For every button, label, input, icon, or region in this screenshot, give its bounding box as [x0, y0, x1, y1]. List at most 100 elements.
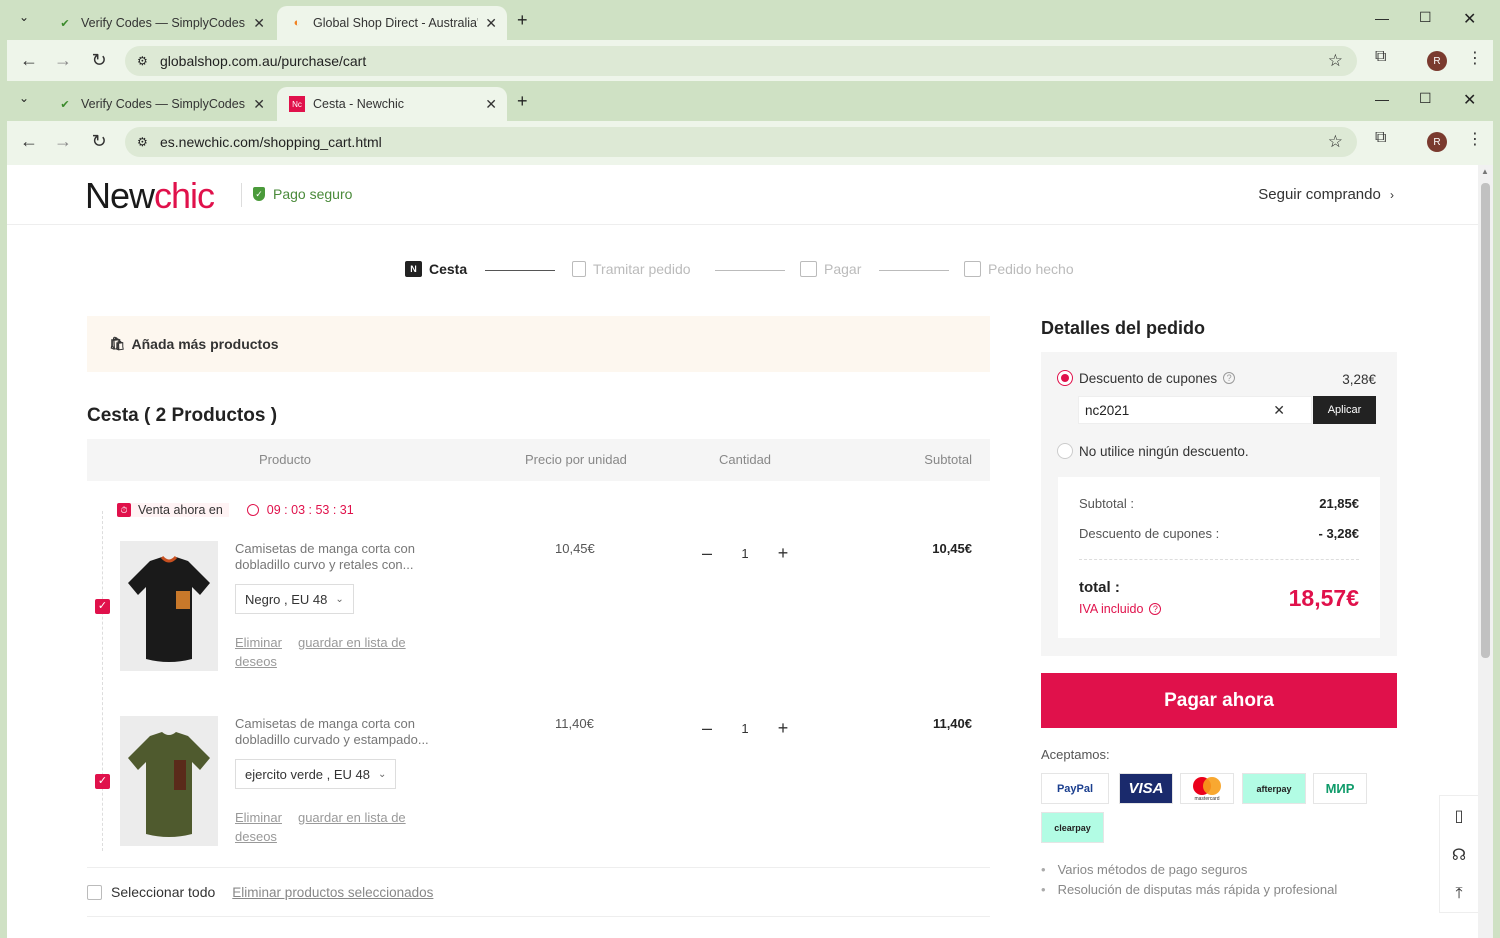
price-summary: Subtotal : 21,85€ Descuento de cupones :…	[1058, 477, 1380, 638]
minimize-icon[interactable]: —	[1375, 91, 1389, 107]
add-more-banner[interactable]: 🛍 Añada más productos	[87, 316, 990, 372]
remove-link[interactable]: Eliminar	[235, 810, 282, 825]
variant-select[interactable]: ejercito verde , EU 48 ⌄	[235, 759, 397, 789]
menu-icon[interactable]: ⋮	[1467, 48, 1483, 68]
coupon-option[interactable]: Descuento de cupones ?	[1057, 370, 1236, 386]
close-tab-icon[interactable]: ✕	[485, 15, 497, 32]
close-window-icon[interactable]: ✕	[1463, 9, 1476, 29]
newchic-favicon-icon: Nc	[289, 96, 305, 112]
vat-label: IVA incluido	[1079, 602, 1144, 616]
inner-toolbar: ← → ↻ ⚙ es.newchic.com/shopping_cart.htm…	[7, 121, 1493, 165]
back-icon[interactable]: ←	[18, 50, 40, 71]
extensions-icon[interactable]: ⧉	[1375, 48, 1386, 66]
radio-selected[interactable]	[1057, 370, 1073, 386]
back-icon[interactable]: ←	[18, 131, 40, 152]
profile-avatar[interactable]: R	[1427, 132, 1447, 152]
back-to-top-icon[interactable]: ⤒	[1440, 874, 1478, 913]
delete-selected-link[interactable]: Eliminar productos seleccionados	[232, 885, 433, 900]
plus-icon[interactable]: +	[775, 718, 791, 739]
inner-tabstrip: ⌄ ✔ Verify Codes — SimplyCodes ✕ Nc Cest…	[7, 81, 1493, 121]
unit-price: 11,40€	[555, 716, 594, 731]
minus-icon[interactable]: –	[699, 543, 715, 564]
reload-icon[interactable]: ↻	[88, 131, 110, 152]
select-all-label[interactable]: Seleccionar todo	[111, 884, 215, 900]
pay-now-button[interactable]: Pagar ahora	[1041, 673, 1397, 728]
total-value: 18,57€	[1288, 585, 1359, 611]
product-name[interactable]: Camisetas de manga corta con dobladillo …	[235, 716, 455, 748]
newchic-logo[interactable]: Newchic	[85, 175, 215, 217]
item-checkbox[interactable]: ✓	[95, 599, 110, 614]
coupon-input[interactable]: nc2021 ✕	[1078, 396, 1312, 424]
item-subtotal: 10,45€	[932, 541, 972, 556]
discount-label: Descuento de cupones :	[1079, 526, 1220, 541]
address-bar[interactable]: ⚙ globalshop.com.au/purchase/cart ☆	[125, 46, 1357, 76]
keep-shopping-link[interactable]: Seguir comprando ›	[1258, 186, 1394, 203]
new-tab-icon[interactable]: +	[517, 10, 528, 31]
address-bar[interactable]: ⚙ es.newchic.com/shopping_cart.html ☆	[125, 127, 1357, 157]
maximize-icon[interactable]: ☐	[1419, 90, 1432, 107]
tab-search-icon[interactable]: ⌄	[19, 91, 29, 105]
product-name[interactable]: Camisetas de manga corta con dobladillo …	[235, 541, 445, 573]
variant-select[interactable]: Negro , EU 48 ⌄	[235, 584, 354, 614]
url-text: globalshop.com.au/purchase/cart	[160, 53, 367, 69]
col-product: Producto	[259, 452, 312, 467]
step-connector	[485, 270, 555, 271]
extensions-icon[interactable]: ⧉	[1375, 129, 1386, 147]
close-window-icon[interactable]: ✕	[1463, 90, 1476, 110]
close-tab-icon[interactable]: ✕	[253, 15, 265, 32]
scroll-up-icon[interactable]: ▲	[1481, 167, 1489, 176]
apply-coupon-button[interactable]: Aplicar	[1313, 396, 1376, 424]
no-discount-option[interactable]: No utilice ningún descuento.	[1057, 443, 1249, 459]
step-done: Pedido hecho	[964, 261, 1074, 277]
help-icon[interactable]: ?	[1223, 372, 1236, 384]
col-qty: Cantidad	[719, 452, 772, 467]
quantity-value[interactable]: 1	[715, 546, 775, 561]
outer-tab-globalshop[interactable]: ◐ Global Shop Direct - Australia's ✕	[277, 6, 507, 40]
select-all-checkbox[interactable]	[87, 884, 102, 900]
box-icon	[964, 261, 981, 277]
remove-link[interactable]: Eliminar	[235, 635, 282, 650]
countdown-timer: 09 : 03 : 53 : 31	[266, 503, 354, 517]
shopping-bag-icon: 🛍	[109, 336, 126, 351]
bookmark-star-icon[interactable]: ☆	[1328, 132, 1343, 152]
new-tab-icon[interactable]: +	[517, 91, 528, 112]
close-tab-icon[interactable]: ✕	[253, 96, 265, 113]
product-image[interactable]	[120, 541, 218, 671]
radio-unselected[interactable]	[1057, 443, 1073, 459]
reload-icon[interactable]: ↻	[88, 50, 110, 71]
clear-icon[interactable]: ✕	[1273, 402, 1285, 419]
secure-label: Pago seguro	[273, 186, 353, 202]
close-tab-icon[interactable]: ✕	[485, 96, 497, 113]
benefits-list: Varios métodos de pago seguros Resolució…	[1041, 860, 1338, 900]
tab-title: Cesta - Newchic	[313, 97, 404, 111]
product-image[interactable]	[120, 716, 218, 846]
clipboard-icon[interactable]: ▯	[1440, 796, 1478, 835]
help-icon[interactable]: ?	[1149, 603, 1162, 615]
inner-tab-simplycodes[interactable]: ✔ Verify Codes — SimplyCodes ✕	[45, 87, 275, 121]
minus-icon[interactable]: –	[699, 718, 715, 739]
total-label: total :	[1079, 579, 1120, 596]
scroll-thumb[interactable]	[1481, 183, 1490, 658]
support-icon[interactable]: ☊	[1440, 835, 1478, 874]
item-checkbox[interactable]: ✓	[95, 774, 110, 789]
globalshop-favicon-icon: ◐	[293, 17, 301, 29]
forward-icon[interactable]: →	[52, 131, 74, 152]
outer-tab-simplycodes[interactable]: ✔ Verify Codes — SimplyCodes ✕	[45, 6, 275, 40]
inner-tab-newchic[interactable]: Nc Cesta - Newchic ✕	[277, 87, 507, 121]
quantity-value[interactable]: 1	[715, 721, 775, 736]
menu-icon[interactable]: ⋮	[1467, 129, 1483, 149]
chevron-down-icon: ⌄	[335, 593, 344, 605]
plus-icon[interactable]: +	[775, 543, 791, 564]
maximize-icon[interactable]: ☐	[1419, 9, 1432, 26]
tab-search-icon[interactable]: ⌄	[19, 10, 29, 24]
site-info-icon[interactable]: ⚙	[137, 135, 148, 149]
bookmark-star-icon[interactable]: ☆	[1328, 51, 1343, 71]
profile-avatar[interactable]: R	[1427, 51, 1447, 71]
item-subtotal: 11,40€	[932, 716, 972, 731]
minimize-icon[interactable]: —	[1375, 10, 1389, 26]
site-info-icon[interactable]: ⚙	[137, 54, 148, 68]
page-scrollbar[interactable]: ▲	[1478, 165, 1493, 938]
subtotal-row: Subtotal : 21,85€	[1079, 496, 1359, 511]
forward-icon[interactable]: →	[52, 50, 74, 71]
outer-browser-window: ⌄ ✔ Verify Codes — SimplyCodes ✕ ◐ Globa…	[7, 0, 1493, 82]
